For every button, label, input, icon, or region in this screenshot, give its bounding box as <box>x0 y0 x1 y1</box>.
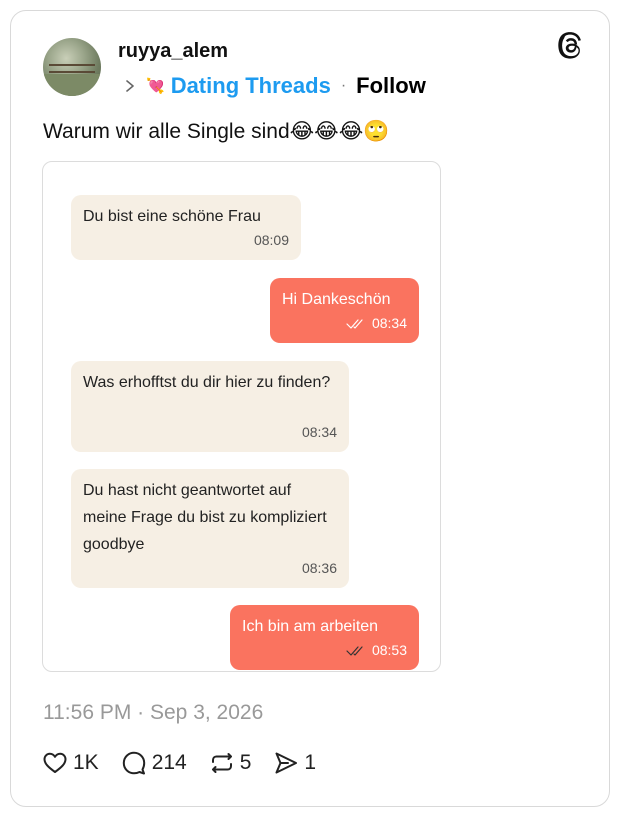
avatar-detail <box>43 74 101 96</box>
avatar-detail <box>49 64 95 66</box>
follow-button[interactable]: Follow <box>356 73 426 99</box>
avatar-detail <box>49 71 95 73</box>
chat-message-incoming: Du bist eine schöne Frau 08:09 <box>71 195 301 260</box>
heart-icon <box>43 752 67 773</box>
threads-logo-icon[interactable] <box>558 32 586 60</box>
repost-icon <box>211 753 232 773</box>
double-check-icon <box>346 645 363 656</box>
share-count: 1 <box>304 751 317 774</box>
chat-message-outgoing: Hi Dankeschön 08:34 <box>270 278 419 343</box>
message-time: 08:34 <box>371 315 407 331</box>
chat-message-incoming: Was erhofftst du dir hier zu finden? 08:… <box>71 361 349 452</box>
message-time: 08:34 <box>301 424 337 440</box>
reply-count: 214 <box>151 751 187 774</box>
chat-screenshot[interactable]: Du bist eine schöne Frau 08:09 Hi Dankes… <box>42 161 441 672</box>
post-timestamp[interactable]: 11:56 PM · Sep 3, 2026 <box>43 701 263 725</box>
message-text: Was erhofftst du dir hier zu finden? <box>83 374 331 391</box>
community-link[interactable]: Dating Threads <box>171 73 331 99</box>
message-text: Du hast nicht geantwortet auf meine Frag… <box>83 482 327 553</box>
message-text: Ich bin am arbeiten <box>242 618 379 635</box>
message-text: Hi Dankeschön <box>282 291 391 308</box>
double-check-icon <box>346 318 363 329</box>
action-bar: 1K 214 5 1 <box>42 749 338 777</box>
post-text: Warum wir alle Single sind😂😂😂🙄 <box>43 120 390 143</box>
comment-icon <box>122 751 145 775</box>
reply-button[interactable]: 214 <box>121 750 187 776</box>
chevron-right-icon <box>126 80 134 92</box>
heart-arrow-icon: 💘 <box>146 77 165 95</box>
message-time: 08:53 <box>371 642 407 658</box>
send-icon <box>275 752 298 774</box>
message-text: Du bist eine schöne Frau <box>83 208 261 225</box>
chat-message-incoming: Du hast nicht geantwortet auf meine Frag… <box>71 469 349 588</box>
chat-message-outgoing: Ich bin am arbeiten 08:53 <box>230 605 419 670</box>
post-card: ruyya_alem 💘 Dating Threads · Follow War… <box>10 10 610 807</box>
username[interactable]: ruyya_alem <box>118 40 228 63</box>
repost-count: 5 <box>239 751 252 774</box>
like-count: 1K <box>73 751 99 774</box>
message-time: 08:36 <box>301 560 337 576</box>
avatar[interactable] <box>43 38 101 96</box>
share-button[interactable]: 1 <box>273 750 316 776</box>
message-time: 08:09 <box>253 232 289 248</box>
like-button[interactable]: 1K <box>42 750 99 776</box>
repost-button[interactable]: 5 <box>209 750 252 776</box>
community-row: 💘 Dating Threads · Follow <box>124 73 426 99</box>
separator-dot: · <box>340 77 347 94</box>
